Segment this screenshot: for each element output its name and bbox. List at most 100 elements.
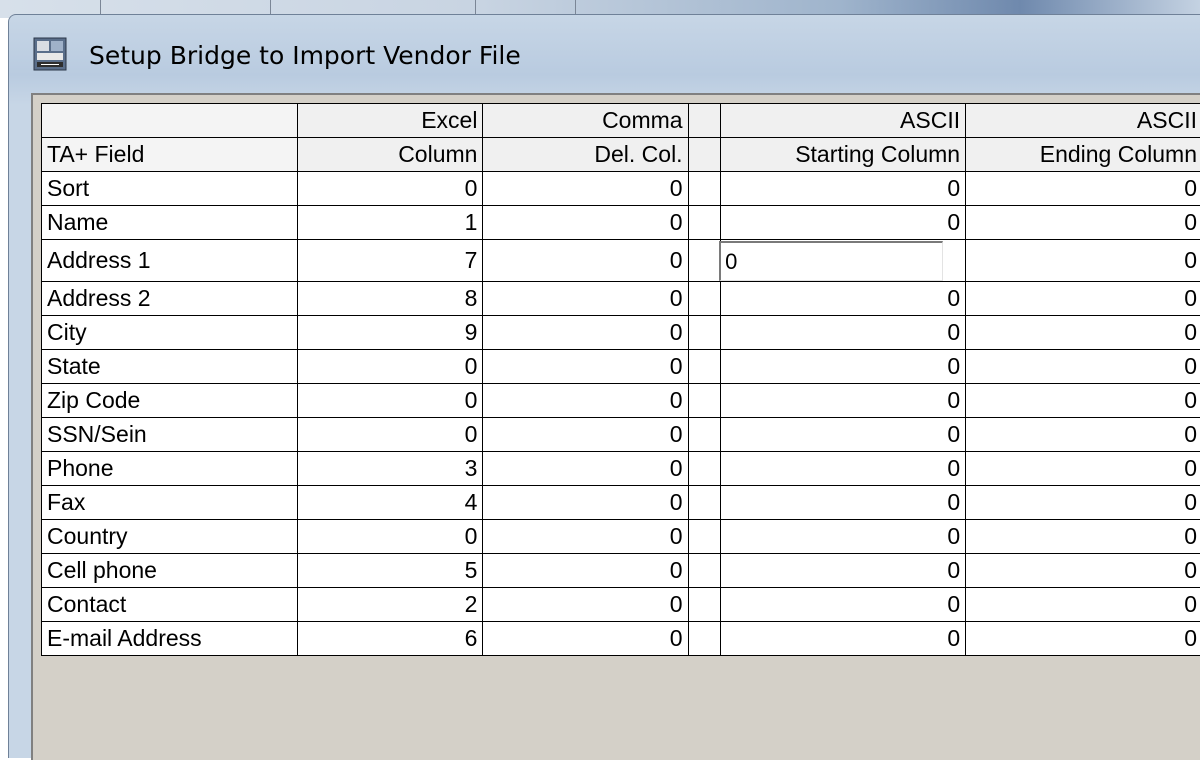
table-row: Address 1700	[42, 240, 1200, 282]
comma-del-col-cell[interactable]: 0	[483, 554, 688, 588]
column-spacer	[688, 240, 721, 282]
field-name-cell: Address 2	[42, 282, 298, 316]
table-row: E-mail Address6000	[42, 622, 1200, 656]
excel-column-cell[interactable]: 2	[297, 588, 483, 622]
ascii-ending-column-cell[interactable]: 0	[966, 384, 1200, 418]
comma-del-col-cell[interactable]: 0	[483, 206, 688, 240]
comma-del-col-cell[interactable]: 0	[483, 384, 688, 418]
excel-column-cell[interactable]: 4	[297, 486, 483, 520]
field-mapping-table: Excel Comma ASCII ASCII TA+ Field Column…	[41, 103, 1200, 656]
column-spacer	[688, 418, 721, 452]
ascii-starting-column-cell[interactable]: 0	[721, 282, 966, 316]
excel-column-cell[interactable]: 8	[297, 282, 483, 316]
ascii-ending-column-cell[interactable]: 0	[966, 282, 1200, 316]
comma-del-col-cell[interactable]: 0	[483, 172, 688, 206]
ascii-starting-column-cell[interactable]: 0	[721, 622, 966, 656]
table-row: SSN/Sein0000	[42, 418, 1200, 452]
column-spacer	[688, 384, 721, 418]
comma-del-col-cell[interactable]: 0	[483, 520, 688, 554]
ascii-starting-column-cell[interactable]	[721, 240, 966, 282]
comma-del-col-cell[interactable]: 0	[483, 240, 688, 282]
comma-del-col-cell[interactable]: 0	[483, 350, 688, 384]
field-name-cell: Zip Code	[42, 384, 298, 418]
ascii-ending-column-cell[interactable]: 0	[966, 554, 1200, 588]
excel-column-cell[interactable]: 7	[297, 240, 483, 282]
column-header-excel-column: Column	[297, 138, 483, 172]
table-row: Phone3000	[42, 452, 1200, 486]
ascii-starting-column-cell[interactable]: 0	[721, 350, 966, 384]
table-row: Contact2000	[42, 588, 1200, 622]
excel-column-cell[interactable]: 5	[297, 554, 483, 588]
column-header-ascii-start: ASCII	[721, 104, 966, 138]
table-row: Country0000	[42, 520, 1200, 554]
comma-del-col-cell[interactable]: 0	[483, 588, 688, 622]
title-bar[interactable]: Setup Bridge to Import Vendor File	[9, 15, 1200, 89]
ascii-starting-column-cell[interactable]: 0	[721, 554, 966, 588]
field-name-cell: Sort	[42, 172, 298, 206]
field-name-cell: SSN/Sein	[42, 418, 298, 452]
ascii-ending-column-cell[interactable]: 0	[966, 240, 1200, 282]
column-header-excel: Excel	[297, 104, 483, 138]
column-header-ending-column: Ending Column	[966, 138, 1200, 172]
excel-column-cell[interactable]: 1	[297, 206, 483, 240]
column-spacer	[688, 554, 721, 588]
ascii-starting-column-cell[interactable]: 0	[721, 588, 966, 622]
ascii-starting-column-cell[interactable]: 0	[721, 486, 966, 520]
excel-column-cell[interactable]: 0	[297, 384, 483, 418]
field-name-cell: Address 1	[42, 240, 298, 282]
ascii-starting-column-cell[interactable]: 0	[721, 418, 966, 452]
ascii-ending-column-cell[interactable]: 0	[966, 316, 1200, 350]
ascii-ending-column-cell[interactable]: 0	[966, 588, 1200, 622]
ascii-starting-column-cell[interactable]: 0	[721, 316, 966, 350]
column-spacer	[688, 588, 721, 622]
excel-column-cell[interactable]: 6	[297, 622, 483, 656]
ascii-starting-column-cell[interactable]: 0	[721, 206, 966, 240]
ascii-ending-column-cell[interactable]: 0	[966, 172, 1200, 206]
background-divider	[475, 0, 476, 14]
excel-column-cell[interactable]: 0	[297, 350, 483, 384]
ascii-starting-column-cell[interactable]: 0	[721, 384, 966, 418]
comma-del-col-cell[interactable]: 0	[483, 316, 688, 350]
app-icon	[33, 37, 67, 71]
ascii-ending-column-cell[interactable]: 0	[966, 486, 1200, 520]
comma-del-col-cell[interactable]: 0	[483, 418, 688, 452]
ascii-ending-column-cell[interactable]: 0	[966, 452, 1200, 486]
column-spacer	[688, 104, 721, 138]
field-name-cell: Phone	[42, 452, 298, 486]
comma-del-col-cell[interactable]: 0	[483, 452, 688, 486]
excel-column-cell[interactable]: 3	[297, 452, 483, 486]
ascii-ending-column-cell[interactable]: 0	[966, 350, 1200, 384]
column-spacer	[688, 172, 721, 206]
excel-column-cell[interactable]: 9	[297, 316, 483, 350]
excel-column-cell[interactable]: 0	[297, 520, 483, 554]
column-header-ascii-end: ASCII	[966, 104, 1200, 138]
table-row: Cell phone5000	[42, 554, 1200, 588]
column-header-field: TA+ Field	[42, 138, 298, 172]
dialog-window: Setup Bridge to Import Vendor File Excel…	[0, 0, 1200, 757]
comma-del-col-cell[interactable]: 0	[483, 282, 688, 316]
field-name-cell: State	[42, 350, 298, 384]
column-spacer	[688, 622, 721, 656]
field-name-cell: Contact	[42, 588, 298, 622]
comma-del-col-cell[interactable]: 0	[483, 622, 688, 656]
ascii-ending-column-cell[interactable]: 0	[966, 622, 1200, 656]
field-name-cell: City	[42, 316, 298, 350]
table-row: Sort0000	[42, 172, 1200, 206]
excel-column-cell[interactable]: 0	[297, 172, 483, 206]
background-divider	[100, 0, 101, 14]
ascii-starting-column-cell[interactable]: 0	[721, 452, 966, 486]
ascii-starting-column-edit-input[interactable]	[719, 241, 943, 281]
background-divider	[270, 0, 271, 14]
ascii-starting-column-cell[interactable]: 0	[721, 172, 966, 206]
ascii-starting-column-cell[interactable]: 0	[721, 520, 966, 554]
column-spacer	[688, 282, 721, 316]
table-row: State0000	[42, 350, 1200, 384]
ascii-ending-column-cell[interactable]: 0	[966, 206, 1200, 240]
ascii-ending-column-cell[interactable]: 0	[966, 418, 1200, 452]
excel-column-cell[interactable]: 0	[297, 418, 483, 452]
table-row: Address 28000	[42, 282, 1200, 316]
column-header-comma-del-col: Del. Col.	[483, 138, 688, 172]
comma-del-col-cell[interactable]: 0	[483, 486, 688, 520]
ascii-ending-column-cell[interactable]: 0	[966, 520, 1200, 554]
background-divider	[575, 0, 576, 14]
